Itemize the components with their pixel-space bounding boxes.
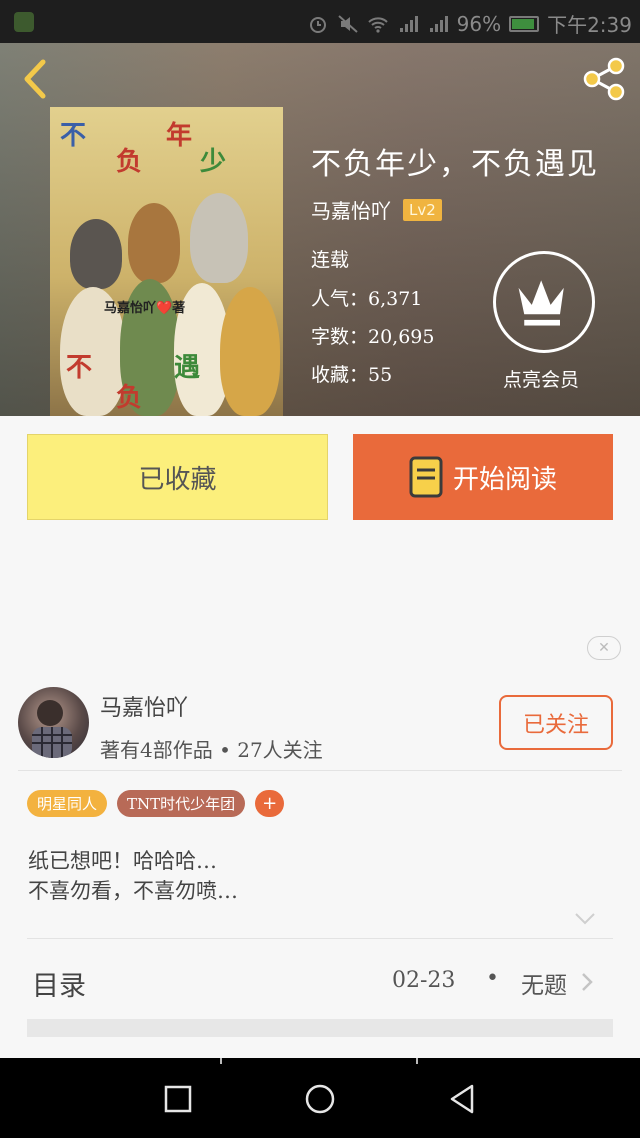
mute-icon bbox=[337, 14, 358, 33]
book-detail-screen: 96% 下午2:39 不 负 年 少 马嘉怡吖❤️著 不 负 遇 不负年少，不负… bbox=[0, 0, 640, 1138]
status-bar: 96% 下午2:39 bbox=[0, 0, 640, 43]
cover-figure bbox=[220, 287, 280, 416]
author-name[interactable]: 马嘉怡吖 bbox=[100, 690, 188, 722]
tick bbox=[416, 1058, 418, 1064]
book-word-count: 字数：20,695 bbox=[311, 326, 435, 348]
tag-list: 明星同人 TNT时代少年团 + bbox=[27, 790, 285, 817]
book-cover[interactable]: 不 负 年 少 马嘉怡吖❤️著 不 负 遇 bbox=[50, 107, 283, 416]
cover-char: 不 bbox=[66, 353, 93, 383]
clock: 下午2:39 bbox=[547, 13, 632, 37]
avatar-image bbox=[32, 700, 72, 758]
book-author[interactable]: 马嘉怡吖 bbox=[311, 195, 391, 224]
crown-icon bbox=[518, 280, 564, 326]
latest-chapter-title: 无题 bbox=[521, 973, 567, 999]
cover-figure bbox=[70, 219, 122, 289]
divider bbox=[27, 938, 613, 939]
home-icon[interactable] bbox=[303, 1082, 337, 1116]
app-notification-icon bbox=[14, 12, 34, 32]
book-title: 不负年少，不负遇见 bbox=[311, 147, 599, 182]
favorited-button[interactable]: 已收藏 bbox=[27, 434, 328, 520]
tick bbox=[220, 1058, 222, 1064]
cover-figure bbox=[190, 193, 248, 283]
vip-button[interactable] bbox=[493, 251, 595, 353]
book-hero: 不 负 年 少 马嘉怡吖❤️著 不 负 遇 不负年少，不负遇见 马嘉怡吖 Lv2… bbox=[0, 43, 640, 416]
cover-char: 年 bbox=[166, 121, 193, 151]
add-tag-button[interactable]: + bbox=[255, 790, 285, 817]
book-description: 纸已想吧！哈哈哈… 不喜勿看，不喜勿喷… bbox=[28, 846, 238, 906]
latest-chapter-date: 02-23 bbox=[392, 968, 456, 993]
share-icon[interactable] bbox=[580, 55, 628, 103]
cover-char: 少 bbox=[200, 147, 227, 177]
toc-label: 目录 bbox=[32, 971, 86, 1002]
book-author-line: 马嘉怡吖 Lv2 bbox=[311, 195, 442, 224]
signal-icon-2 bbox=[429, 15, 448, 32]
system-nav-bar bbox=[0, 1058, 640, 1138]
recent-apps-icon[interactable] bbox=[161, 1082, 195, 1116]
cover-char: 负 bbox=[116, 147, 143, 177]
book-icon bbox=[409, 456, 443, 498]
chevron-right-icon bbox=[582, 973, 593, 991]
signal-icon bbox=[399, 15, 418, 32]
cover-char: 遇 bbox=[174, 353, 201, 383]
cover-char: 负 bbox=[116, 383, 143, 413]
toc-row[interactable]: 目录 02-23 • 无题 bbox=[0, 940, 640, 1022]
author-stats: 著有4部作品 • 27人关注 bbox=[100, 738, 323, 762]
cover-char: 不 bbox=[60, 121, 87, 151]
chevron-down-icon[interactable] bbox=[574, 912, 596, 926]
battery-icon bbox=[509, 15, 540, 32]
description-line: 纸已想吧！哈哈哈… bbox=[28, 849, 217, 873]
wifi-icon bbox=[367, 16, 388, 33]
favorited-label: 已收藏 bbox=[138, 464, 217, 495]
chevron-left-icon[interactable] bbox=[16, 57, 56, 101]
close-icon[interactable]: ✕ bbox=[587, 636, 621, 660]
level-badge: Lv2 bbox=[403, 198, 442, 221]
book-status: 连载 bbox=[311, 249, 350, 271]
cover-author-tag: 马嘉怡吖❤️著 bbox=[104, 301, 186, 316]
book-popularity: 人气：6,371 bbox=[311, 288, 423, 310]
section-separator bbox=[27, 1019, 613, 1037]
separator-dot: • bbox=[486, 966, 499, 991]
vip-label[interactable]: 点亮会员 bbox=[503, 365, 579, 392]
book-favorites: 收藏：55 bbox=[311, 364, 393, 386]
start-reading-label: 开始阅读 bbox=[452, 464, 557, 495]
description-line: 不喜勿看，不喜勿喷… bbox=[28, 879, 238, 903]
tag[interactable]: TNT时代少年团 bbox=[117, 790, 246, 817]
status-indicators: 96% 下午2:39 bbox=[307, 9, 632, 38]
author-avatar[interactable] bbox=[18, 687, 89, 758]
battery-percent: 96% bbox=[456, 11, 502, 36]
cover-figure bbox=[128, 203, 180, 283]
follow-label: 已关注 bbox=[522, 712, 589, 738]
alarm-icon bbox=[309, 16, 326, 33]
start-reading-button[interactable]: 开始阅读 bbox=[353, 434, 613, 520]
follow-button[interactable]: 已关注 bbox=[499, 695, 613, 750]
back-triangle-icon[interactable] bbox=[445, 1082, 479, 1116]
divider bbox=[18, 770, 622, 771]
tag[interactable]: 明星同人 bbox=[27, 790, 108, 817]
